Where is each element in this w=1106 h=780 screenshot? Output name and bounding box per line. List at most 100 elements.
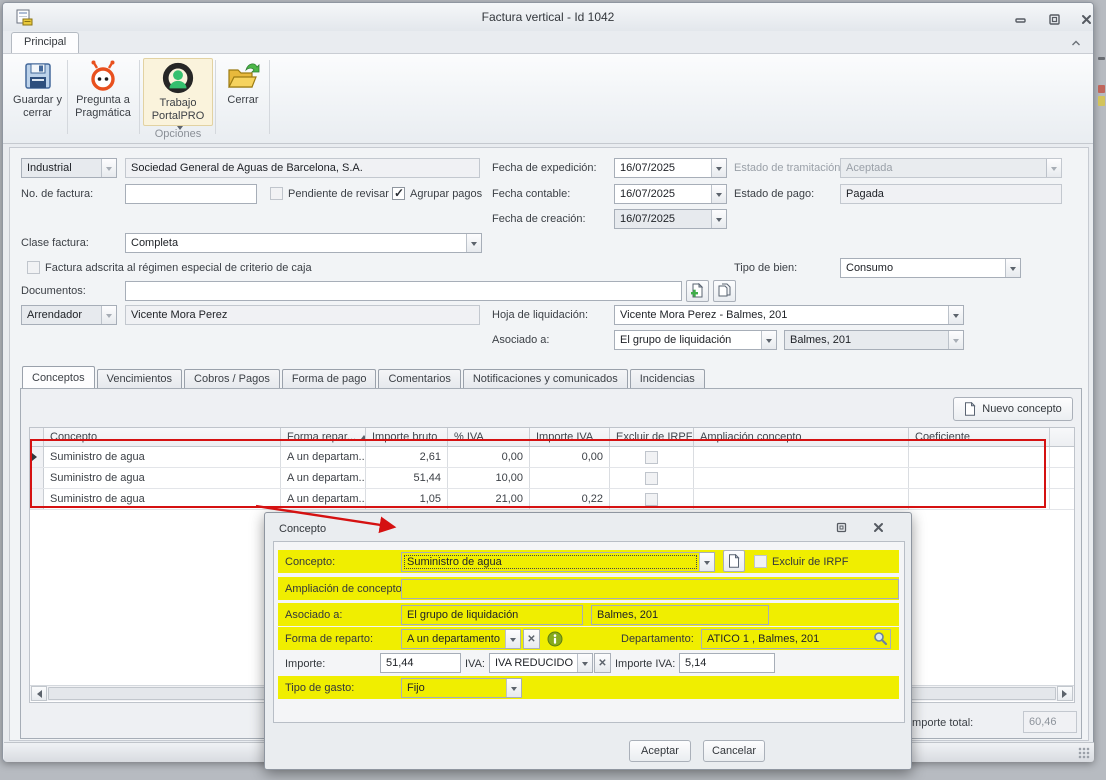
col-forma-reparto[interactable]: Forma repar... <box>281 428 366 446</box>
restore-icon <box>1048 13 1061 26</box>
resize-grip[interactable] <box>1078 747 1090 759</box>
dialog-close-button[interactable] <box>869 519 887 535</box>
ribbon-separator <box>139 60 140 134</box>
info-icon[interactable] <box>547 631 563 647</box>
tab-incidencias[interactable]: Incidencias <box>630 369 705 388</box>
col-importe-bruto[interactable]: Importe bruto <box>366 428 448 446</box>
tab-forma-pago[interactable]: Forma de pago <box>282 369 377 388</box>
asociado-inmueble-value: Balmes, 201 <box>785 331 948 349</box>
no-factura-input[interactable] <box>125 184 257 204</box>
dlg-tipo-gasto-value: Fijo <box>402 679 506 697</box>
cell-importe-iva: 0,22 <box>530 489 610 509</box>
cancelar-button[interactable]: Cancelar <box>703 740 765 762</box>
dlg-ampliacion-input[interactable] <box>401 579 899 599</box>
restore-button[interactable] <box>1045 11 1063 27</box>
save-close-button[interactable]: Guardar y cerrar <box>9 58 66 134</box>
cell-excluir-irpf <box>610 468 694 488</box>
ask-pragmatica-button[interactable]: Pregunta a Pragmática <box>69 58 137 134</box>
dlg-excluir-irpf-label: Excluir de IRPF <box>772 552 848 572</box>
col-excluir-irpf[interactable]: Excluir de IRPF <box>610 428 694 446</box>
dlg-excluir-irpf-checkbox[interactable] <box>754 555 767 568</box>
irpf-checkbox[interactable] <box>645 472 658 485</box>
col-ampliacion[interactable]: Ampliación concepto <box>694 428 909 446</box>
tipo-bien-select[interactable]: Consumo <box>840 258 1021 278</box>
col-importe-iva[interactable]: Importe IVA <box>530 428 610 446</box>
fecha-contable-value: 16/07/2025 <box>615 185 711 203</box>
dlg-asociado-grupo-field: El grupo de liquidación <box>401 605 583 625</box>
ribbon-separator <box>67 60 68 134</box>
irpf-checkbox[interactable] <box>645 493 658 506</box>
aceptar-button[interactable]: Aceptar <box>629 740 691 762</box>
detail-tabs: Conceptos Vencimientos Cobros / Pagos Fo… <box>22 366 707 388</box>
dlg-iva-clear-button[interactable]: ✕ <box>594 653 611 673</box>
hoja-liquidacion-select[interactable]: Vicente Mora Perez - Balmes, 201 <box>614 305 964 325</box>
grid-row-3[interactable]: Suministro de agua A un departam... 1,05… <box>30 489 1074 510</box>
fecha-contable-select[interactable]: 16/07/2025 <box>614 184 727 204</box>
close-window-button[interactable]: Cerrar <box>217 58 269 134</box>
arrendador-field[interactable]: Vicente Mora Perez <box>125 305 480 325</box>
col-pct-iva[interactable]: % IVA <box>448 428 530 446</box>
irpf-checkbox[interactable] <box>645 451 658 464</box>
arrendador-type-select[interactable]: Arrendador <box>21 305 117 325</box>
dropdown-arrow-icon <box>101 159 116 177</box>
close-button[interactable] <box>1077 11 1095 27</box>
dlg-importe-iva-input[interactable]: 5,14 <box>679 653 775 673</box>
dlg-forma-clear-button[interactable]: ✕ <box>523 629 540 649</box>
dlg-forma-reparto-select[interactable]: A un departamento <box>401 629 521 649</box>
pendiente-revisar-checkbox[interactable] <box>270 187 283 200</box>
tercero-field[interactable]: Sociedad General de Aguas de Barcelona, … <box>125 158 480 178</box>
col-coeficiente[interactable]: Coeficiente <box>909 428 1050 446</box>
dlg-iva-label: IVA: <box>465 654 485 674</box>
tab-cobros-pagos[interactable]: Cobros / Pagos <box>184 369 280 388</box>
new-document-icon <box>964 402 976 416</box>
tipo-bien-value: Consumo <box>841 259 1005 277</box>
tercero-type-select[interactable]: Industrial <box>21 158 117 178</box>
copy-icon <box>717 283 732 299</box>
dlg-departamento-field[interactable]: ATICO 1 , Balmes, 201 <box>701 629 891 649</box>
tab-notificaciones[interactable]: Notificaciones y comunicados <box>463 369 628 388</box>
cell-ampliacion <box>694 489 909 509</box>
fecha-contable-label: Fecha contable: <box>492 184 570 204</box>
scroll-right-button[interactable] <box>1057 686 1073 701</box>
dlg-iva-select[interactable]: IVA REDUCIDO <box>489 653 593 673</box>
dlg-concepto-select[interactable]: Suministro de agua <box>401 552 715 572</box>
ribbon-tab-row: Principal <box>3 31 1093 53</box>
dlg-importe-label: Importe: <box>285 654 325 674</box>
agrupar-pagos-checkbox[interactable] <box>392 187 405 200</box>
minimize-button[interactable] <box>1011 11 1029 27</box>
asociado-inmueble-select: Balmes, 201 <box>784 330 964 350</box>
dlg-iva-value: IVA REDUCIDO <box>490 654 577 672</box>
dlg-forma-reparto-value: A un departamento <box>402 630 505 648</box>
asociado-grupo-select[interactable]: El grupo de liquidación <box>614 330 777 350</box>
fecha-creacion-value: 16/07/2025 <box>615 210 711 228</box>
clase-factura-select[interactable]: Completa <box>125 233 482 253</box>
copy-document-button[interactable] <box>713 280 736 302</box>
highlight-band <box>278 603 899 626</box>
ribbon-tab-principal[interactable]: Principal <box>11 32 79 53</box>
dlg-new-concepto-button[interactable] <box>723 550 745 572</box>
ribbon-collapse-button[interactable] <box>1067 35 1085 51</box>
scroll-left-button[interactable] <box>31 686 47 701</box>
cell-concepto: Suministro de agua <box>44 489 281 509</box>
dlg-tipo-gasto-select[interactable]: Fijo <box>401 678 522 698</box>
dropdown-arrow-icon <box>761 331 776 349</box>
grid-row-2[interactable]: Suministro de agua A un departam... 51,4… <box>30 468 1074 489</box>
search-icon[interactable] <box>873 631 888 646</box>
estado-pago-label: Estado de pago: <box>734 184 814 204</box>
cell-concepto: Suministro de agua <box>44 447 281 467</box>
estado-pago-field: Pagada <box>840 184 1062 204</box>
dialog-restore-button[interactable] <box>832 519 850 535</box>
tab-vencimientos[interactable]: Vencimientos <box>97 369 182 388</box>
save-close-label: Guardar y cerrar <box>10 94 66 120</box>
portalpro-button[interactable]: Trabajo PortalPRO <box>143 58 213 126</box>
grid-row-1[interactable]: Suministro de agua A un departam... 2,61… <box>30 447 1074 468</box>
fecha-expedicion-select[interactable]: 16/07/2025 <box>614 158 727 178</box>
tab-comentarios[interactable]: Comentarios <box>378 369 460 388</box>
minimize-icon <box>1014 13 1027 26</box>
dlg-importe-input[interactable]: 51,44 <box>380 653 461 673</box>
nuevo-concepto-button[interactable]: Nuevo concepto <box>953 397 1073 421</box>
add-document-button[interactable] <box>686 280 709 302</box>
documentos-input[interactable] <box>125 281 682 301</box>
col-concepto[interactable]: Concepto <box>44 428 281 446</box>
tab-conceptos[interactable]: Conceptos <box>22 366 95 388</box>
